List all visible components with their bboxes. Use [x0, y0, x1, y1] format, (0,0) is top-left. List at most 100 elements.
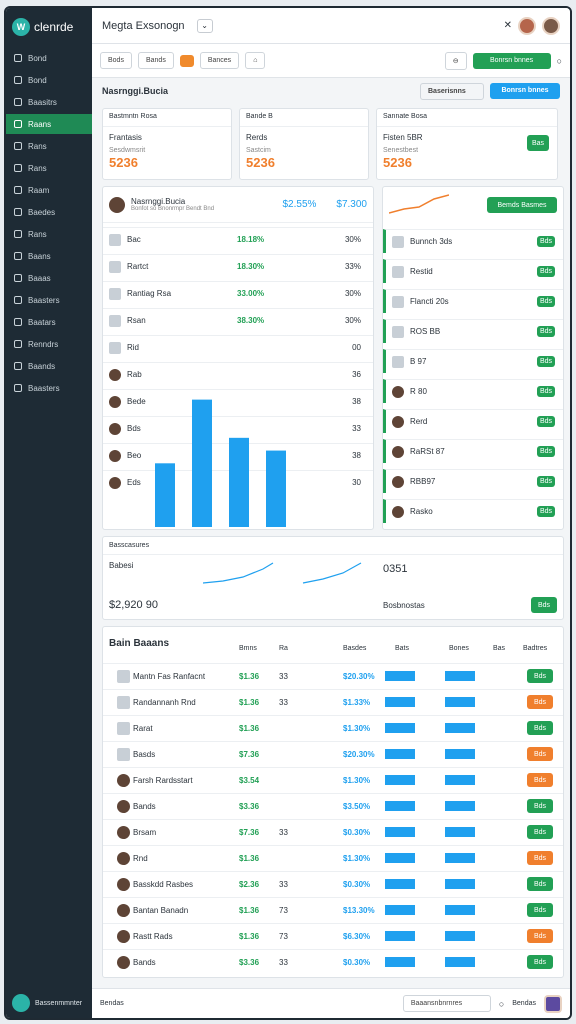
table-row[interactable]: Basskdd Rasbes $2.36 33 $0.30% Bds [103, 871, 563, 897]
sidebar-item[interactable]: Baasitrs [6, 92, 92, 112]
back-icon[interactable]: ⊖ [444, 51, 467, 70]
table-row[interactable]: Rnd $1.36 $1.30% Bds [103, 845, 563, 871]
table-row[interactable]: Randannanh Rnd $1.36 33 $1.33% Bds [103, 689, 563, 715]
side-item[interactable]: B 97 Bds [383, 349, 563, 373]
row-action-button[interactable]: Bds [527, 773, 553, 787]
chart-bar[interactable] [192, 399, 212, 527]
table-row[interactable]: Rastt Rads $1.36 73 $6.30% Bds [103, 923, 563, 949]
mid-button[interactable]: Bds [531, 597, 557, 613]
sidebar-item[interactable]: Baasters [6, 290, 92, 310]
sidebar-item[interactable]: Baasters [6, 378, 92, 398]
home-icon[interactable]: ⌂ [245, 52, 266, 69]
sidebar-item[interactable]: Bond [6, 48, 92, 68]
side-item[interactable]: RaRSt 87 Bds [383, 439, 563, 463]
row-action-button[interactable]: Bds [527, 799, 553, 813]
side-item-button[interactable]: Bds [537, 446, 555, 457]
tab-bods[interactable]: Bods [100, 52, 132, 69]
side-item-button[interactable]: Bds [537, 296, 555, 307]
row-action-button[interactable]: Bds [527, 669, 553, 683]
list-item[interactable]: Bac 18.18% 30% [103, 227, 373, 251]
notification-icon[interactable]: ✕ [504, 20, 512, 31]
list-item[interactable]: Rid 00 [103, 335, 373, 359]
side-item[interactable]: Bunnch 3ds Bds [383, 229, 563, 253]
kpi-header[interactable]: Bande B [240, 109, 368, 127]
help-icon[interactable]: ○ [499, 999, 504, 1009]
side-item[interactable]: Rerd Bds [383, 409, 563, 433]
side-item[interactable]: R 80 Bds [383, 379, 563, 403]
side-item[interactable]: Restid Bds [383, 259, 563, 283]
row-qty: 33 [279, 958, 288, 967]
search-input[interactable]: Baserisnns [420, 82, 484, 100]
sidebar-item[interactable]: Renndrs [6, 334, 92, 354]
table-row[interactable]: Rarat $1.36 $1.30% Bds [103, 715, 563, 741]
kpi-button[interactable]: Bas [527, 135, 549, 151]
chart-bar[interactable] [155, 463, 175, 527]
chevron-down-icon[interactable]: ⌄ [196, 18, 213, 33]
list-item[interactable]: Rab 36 [103, 362, 373, 386]
sidebar-footer[interactable]: Bassenmmnter [6, 988, 92, 1018]
chart-bar[interactable] [229, 437, 249, 527]
row-action-button[interactable]: Bds [527, 903, 553, 917]
tab-orange[interactable] [179, 54, 194, 67]
kpi-header[interactable]: Bastmntn Rosa [103, 109, 231, 127]
table-row[interactable]: Bands $3.36 33 $0.30% Bds [103, 949, 563, 975]
table-row[interactable]: Basds $7.36 $20.30% Bds [103, 741, 563, 767]
row-action-button[interactable]: Bds [527, 851, 553, 865]
panel-subtitle: Bonfot so Bnonrmpr Bendt Bnd [131, 206, 215, 212]
table-row[interactable]: Mantn Fas Ranfacnt $1.36 33 $20.30% Bds [103, 663, 563, 689]
sidebar-item[interactable]: Baands [6, 356, 92, 376]
sidebar-item[interactable]: Bond [6, 70, 92, 90]
row-action-button[interactable]: Bds [527, 747, 553, 761]
blue-action-button[interactable]: Bonrsn bnnes [490, 82, 560, 99]
tab-bances[interactable]: Bances [199, 52, 240, 69]
side-item-button[interactable]: Bds [537, 266, 555, 277]
row-action-button[interactable]: Bds [527, 695, 553, 709]
avatar[interactable] [518, 16, 536, 35]
side-button[interactable]: Bemds Basmes [487, 197, 557, 213]
side-item-button[interactable]: Bds [537, 506, 555, 517]
row-action-button[interactable]: Bds [527, 721, 553, 735]
sidebar-item[interactable]: Rans [6, 136, 92, 156]
sidebar-item[interactable]: Raam [6, 180, 92, 200]
avatar[interactable] [542, 16, 560, 35]
bottom-search[interactable]: Baaansnbnrnres [402, 995, 491, 1012]
side-item[interactable]: ROS BB Bds [383, 319, 563, 343]
side-item[interactable]: Rasko Bds [383, 499, 563, 523]
sidebar-item[interactable]: Rans [6, 158, 92, 178]
list-item[interactable]: Rartct 18.30% 33% [103, 254, 373, 278]
side-item-button[interactable]: Bds [537, 326, 555, 337]
table-row[interactable]: Farsh Rardsstart $3.54 $1.30% Bds [103, 767, 563, 793]
list-item[interactable]: Rantiag Rsa 33.00% 30% [103, 281, 373, 305]
sidebar-item[interactable]: Rans [6, 224, 92, 244]
side-item-button[interactable]: Bds [537, 236, 555, 247]
side-item[interactable]: Flancti 20s Bds [383, 289, 563, 313]
kpi-header[interactable]: Sannate Bosa [377, 109, 557, 127]
row-action-button[interactable]: Bds [527, 877, 553, 891]
row-action-button[interactable]: Bds [527, 929, 553, 943]
row-action-button[interactable]: Bds [527, 825, 553, 839]
row-action-button[interactable]: Bds [527, 955, 553, 969]
row-icon [117, 800, 130, 813]
side-item-button[interactable]: Bds [537, 386, 555, 397]
brand[interactable]: W clenrde [6, 8, 92, 46]
table-row[interactable]: Brsam $7.36 33 $0.30% Bds [103, 819, 563, 845]
side-item-button[interactable]: Bds [537, 416, 555, 427]
chart-bar[interactable] [266, 450, 286, 527]
row-bar [385, 723, 415, 733]
sidebar-item[interactable]: Baans [6, 246, 92, 266]
list-item[interactable]: Rsan 38.30% 30% [103, 308, 373, 332]
table-row[interactable]: Bands $3.36 $3.50% Bds [103, 793, 563, 819]
row-price: $3.36 [239, 958, 260, 967]
sidebar-item[interactable]: Baaas [6, 268, 92, 288]
side-item-button[interactable]: Bds [537, 356, 555, 367]
sidebar-item[interactable]: Baedes [6, 202, 92, 222]
table-row[interactable]: Bantan Banadn $1.36 73 $13.30% Bds [103, 897, 563, 923]
sidebar-item[interactable]: Raans [6, 114, 92, 134]
side-item-button[interactable]: Bds [537, 476, 555, 487]
tab-bands[interactable]: Bands [137, 52, 174, 69]
action-button[interactable]: Bonrsn bnnes [472, 52, 551, 69]
side-item[interactable]: RBB97 Bds [383, 469, 563, 493]
sidebar-item[interactable]: Baatars [6, 312, 92, 332]
circle-icon[interactable]: ○ [557, 56, 562, 66]
avatar[interactable] [544, 994, 562, 1013]
